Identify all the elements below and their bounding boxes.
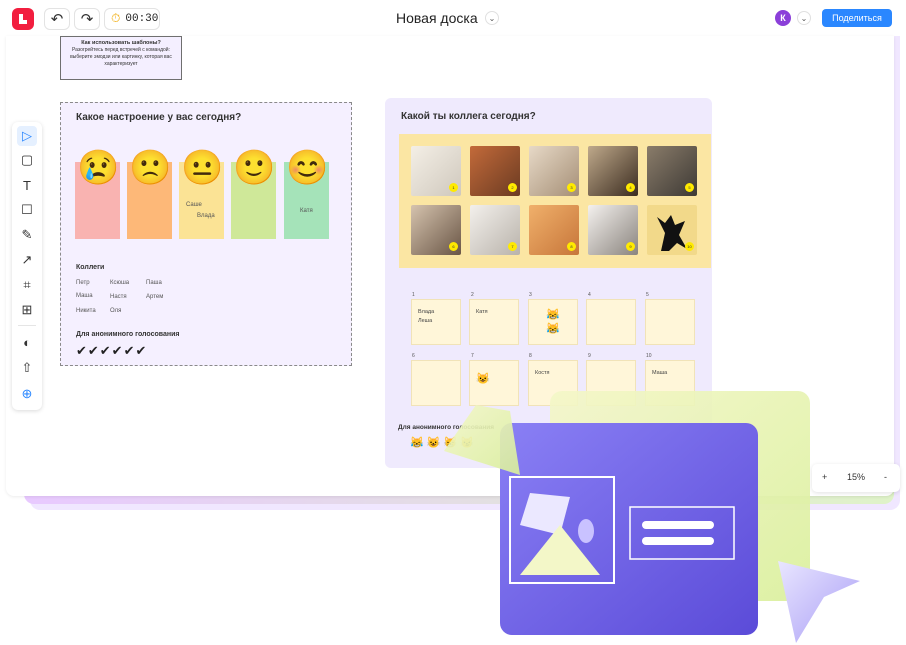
text-icon[interactable]: T bbox=[17, 175, 37, 195]
colleague-name: Петр bbox=[76, 280, 90, 286]
timer-value: 00:30 bbox=[125, 13, 159, 25]
cat-number: 8 bbox=[567, 242, 576, 251]
cat-grid[interactable]: 1 2 3 4 5 6 7 8 9 10 bbox=[399, 134, 711, 268]
cat-number: 2 bbox=[508, 183, 517, 192]
slot-number: 10 bbox=[646, 353, 652, 359]
avatar[interactable]: К bbox=[775, 10, 791, 26]
checkmarks: ✔✔✔✔✔✔ bbox=[76, 343, 148, 358]
cat-photo[interactable]: 3 bbox=[529, 146, 579, 196]
vote-slot[interactable] bbox=[645, 299, 695, 345]
redo-icon: ↷ bbox=[80, 11, 94, 28]
colleague-name: Ксюша bbox=[110, 280, 130, 286]
connector-icon[interactable]: ↗ bbox=[17, 250, 37, 270]
redo-button[interactable]: ↷ bbox=[74, 8, 100, 30]
mood-name: Саше bbox=[186, 202, 202, 208]
slightly-smiling-face-icon: 🙂 bbox=[233, 149, 276, 187]
timer-button[interactable]: ⏱ 00:30 bbox=[104, 8, 160, 30]
table-icon[interactable]: ⊞ bbox=[17, 300, 37, 320]
vote-slot[interactable]: Катя bbox=[469, 299, 519, 345]
cat-number: 4 bbox=[626, 183, 635, 192]
slot-number: 1 bbox=[412, 292, 415, 298]
title-menu-chevron-icon[interactable]: ⌄ bbox=[485, 11, 499, 25]
vote-slot[interactable]: 😹 😹 bbox=[528, 299, 578, 345]
cat-number: 10 bbox=[685, 242, 694, 251]
mood-bar-5[interactable]: 😊 Катя bbox=[284, 149, 329, 239]
smiling-face-icon: 😊 bbox=[286, 149, 329, 187]
slot-number: 4 bbox=[588, 292, 591, 298]
slot-number: 7 bbox=[471, 353, 474, 359]
colleague-name: Никита bbox=[76, 308, 96, 314]
undo-button[interactable]: ↶ bbox=[44, 8, 70, 30]
colleague-name: Артем bbox=[146, 294, 164, 300]
slot-number: 3 bbox=[529, 292, 532, 298]
colleague-name: Оля bbox=[110, 308, 122, 314]
howto-body: Разогрейтесь перед встречей с командой: … bbox=[70, 47, 172, 67]
slot-number: 8 bbox=[529, 353, 532, 359]
colleagues-title: Коллеги bbox=[76, 264, 105, 271]
toolbar-divider bbox=[18, 325, 36, 326]
mood-name: Влада bbox=[197, 213, 215, 219]
howto-title: Как использовать шаблоны? bbox=[81, 40, 161, 46]
neutral-face-icon: 😐 bbox=[181, 149, 224, 187]
slightly-frowning-face-icon: 🙁 bbox=[129, 149, 172, 187]
cat-photo[interactable]: 8 bbox=[529, 205, 579, 255]
decorative-illustration bbox=[444, 391, 860, 643]
undo-icon: ↶ bbox=[50, 11, 64, 28]
stopwatch-icon: ⏱ bbox=[111, 12, 121, 26]
slot-number: 2 bbox=[471, 292, 474, 298]
app-logo[interactable] bbox=[12, 8, 34, 30]
cat-number: 6 bbox=[449, 242, 458, 251]
cat-photo[interactable]: 5 bbox=[647, 146, 697, 196]
palette-icon[interactable]: ◐ bbox=[17, 332, 37, 352]
slot-number: 9 bbox=[588, 353, 591, 359]
vote-slot[interactable]: Влада Леша bbox=[411, 299, 461, 345]
cat-number: 1 bbox=[449, 183, 458, 192]
howto-note[interactable]: Как использовать шаблоны? Разогрейтесь п… bbox=[60, 36, 182, 80]
colleague-title: Какой ты коллега сегодня? bbox=[401, 111, 536, 122]
cat-number: 5 bbox=[685, 183, 694, 192]
cat-photo[interactable]: 6 bbox=[411, 205, 461, 255]
cat-number: 3 bbox=[567, 183, 576, 192]
colleague-name: Маша bbox=[76, 293, 93, 299]
colleague-name: Паша bbox=[146, 280, 162, 286]
tools-toolbar: ▷ ▢ T ☐ ✎ ↗ ⌗ ⊞ ◐ ⇧ ⊕ bbox=[12, 122, 42, 410]
avatar-chevron-icon[interactable]: ⌄ bbox=[797, 11, 811, 25]
mood-frame[interactable]: Какое настроение у вас сегодня? 😢 🙁 😐 Са… bbox=[60, 102, 352, 366]
slot-number: 5 bbox=[646, 292, 649, 298]
mood-bar-2[interactable]: 🙁 bbox=[127, 149, 172, 239]
anon-vote-title: Для анонимного голосования bbox=[76, 331, 180, 338]
cat-photo[interactable]: 4 bbox=[588, 146, 638, 196]
cat-photo[interactable]: 2 bbox=[470, 146, 520, 196]
cat-photo[interactable]: 10 bbox=[647, 205, 697, 255]
mood-bar-1[interactable]: 😢 bbox=[75, 149, 120, 239]
colleague-name: Настя bbox=[110, 294, 127, 300]
share-button[interactable]: Поделиться bbox=[822, 9, 892, 27]
add-icon[interactable]: ⊕ bbox=[17, 384, 37, 404]
mood-bar-4[interactable]: 🙂 bbox=[231, 149, 276, 239]
board-title[interactable]: Новая доска bbox=[396, 10, 478, 26]
cat-number: 9 bbox=[626, 242, 635, 251]
upload-icon[interactable]: ⇧ bbox=[17, 358, 37, 378]
sad-crying-face-icon: 😢 bbox=[77, 149, 120, 187]
mood-bar-3[interactable]: 😐 Саше Влада bbox=[179, 149, 224, 239]
cat-number: 7 bbox=[508, 242, 517, 251]
rectangle-icon[interactable]: ☐ bbox=[17, 200, 37, 220]
mood-title: Какое настроение у вас сегодня? bbox=[76, 112, 242, 123]
cursor-icon[interactable]: ▷ bbox=[17, 126, 37, 146]
mood-name: Катя bbox=[300, 208, 313, 214]
pen-icon[interactable]: ✎ bbox=[17, 225, 37, 245]
sticky-note-icon[interactable]: ▢ bbox=[17, 150, 37, 170]
slot-number: 6 bbox=[412, 353, 415, 359]
zoom-out-button[interactable]: - bbox=[884, 472, 887, 482]
cat-photo[interactable]: 7 bbox=[470, 205, 520, 255]
cat-photo[interactable]: 9 bbox=[588, 205, 638, 255]
vote-slot[interactable] bbox=[586, 299, 636, 345]
frame-icon[interactable]: ⌗ bbox=[17, 275, 37, 295]
cat-photo[interactable]: 1 bbox=[411, 146, 461, 196]
